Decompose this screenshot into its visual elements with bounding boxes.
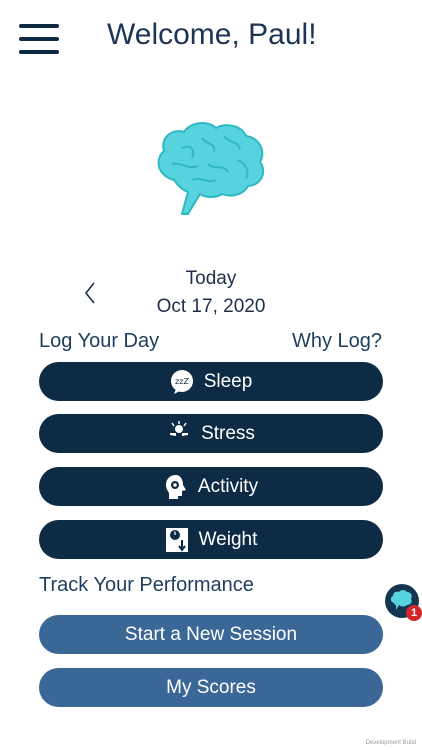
stress-label: Stress <box>201 422 255 444</box>
stress-person-icon <box>170 420 189 445</box>
weight-button[interactable]: Weight <box>39 520 383 559</box>
activity-button[interactable]: Activity <box>39 467 383 506</box>
date-value: Oct 17, 2020 <box>156 296 266 317</box>
sleep-button[interactable]: zzZ Sleep <box>39 362 383 401</box>
scale-weight-icon <box>165 527 188 552</box>
brain-icon <box>157 122 265 215</box>
sleep-zzz-icon: zzZ <box>170 369 193 394</box>
weight-label: Weight <box>198 528 258 550</box>
notification-badge: 1 <box>406 605 422 621</box>
build-label: Development Build <box>365 740 416 746</box>
hamburger-menu-icon[interactable] <box>19 24 59 54</box>
date-display: Today Oct 17, 2020 <box>140 266 282 322</box>
track-performance-title: Track Your Performance <box>39 574 254 596</box>
activity-label: Activity <box>197 475 259 497</box>
sleep-label: Sleep <box>203 370 253 392</box>
start-session-button[interactable]: Start a New Session <box>39 615 383 654</box>
svg-text:zzZ: zzZ <box>175 377 189 386</box>
log-your-day-title: Log Your Day <box>39 330 160 352</box>
stress-button[interactable]: Stress <box>39 414 383 453</box>
chevron-left-icon[interactable] <box>80 280 100 306</box>
head-gear-icon <box>165 474 186 499</box>
why-log-link[interactable]: Why Log? <box>292 330 382 353</box>
welcome-title: Welcome, Paul! <box>107 18 317 51</box>
my-scores-button[interactable]: My Scores <box>39 668 383 707</box>
date-label: Today <box>185 268 237 289</box>
